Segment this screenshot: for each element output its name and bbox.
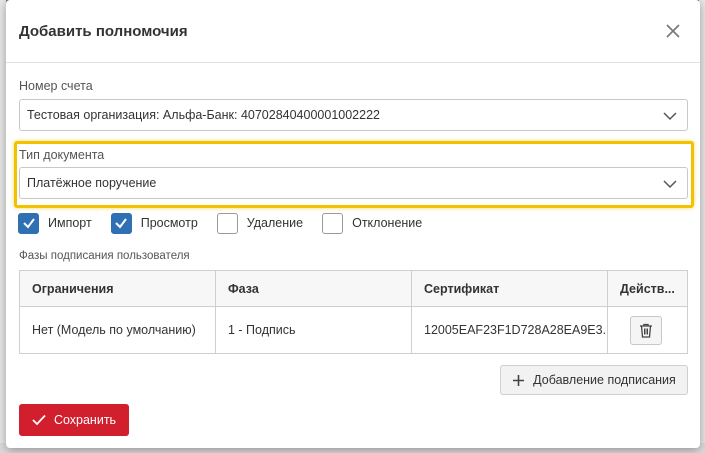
save-label: Сохранить (53, 413, 117, 427)
close-button[interactable] (660, 18, 686, 44)
checkbox-box[interactable] (110, 212, 132, 234)
document-type-value: Платёжное поручение (27, 176, 157, 190)
plus-icon (513, 374, 525, 386)
chevron-down-icon (663, 180, 677, 189)
account-value: Тестовая организация: Альфа-Банк: 407028… (27, 108, 380, 122)
close-icon (666, 24, 680, 38)
document-type-select[interactable]: Платёжное поручение (19, 167, 688, 199)
dialog-header: Добавить полномочия (6, 0, 700, 63)
column-header-phase[interactable]: Фаза (216, 271, 412, 306)
column-header-actions[interactable]: Действ... (608, 271, 687, 306)
checkbox-label: Удаление (246, 216, 304, 230)
checkmark-icon (115, 218, 128, 229)
dialog-title: Добавить полномочия (19, 22, 188, 40)
cell-phase: 1 - Подпись (216, 307, 412, 353)
cell-certificate: 12005EAF23F1D728A28EA9E3... (412, 307, 608, 353)
checkbox-import[interactable]: Импорт (18, 212, 92, 234)
add-signature-label: Добавление подписания (533, 373, 676, 387)
table-header-row: Ограничения Фаза Сертификат Действ... (20, 271, 687, 307)
document-type-label: Тип документа (19, 148, 105, 162)
add-signature-button[interactable]: Добавление подписания (500, 365, 688, 395)
checkbox-box[interactable] (18, 212, 39, 234)
table-row[interactable]: Нет (Модель по умолчанию) 1 - Подпись 12… (20, 307, 687, 353)
checkbox-delete[interactable]: Удаление (216, 212, 304, 234)
cell-actions (608, 307, 687, 353)
save-button[interactable]: Сохранить (19, 404, 129, 436)
checkbox-label: Просмотр (140, 216, 198, 230)
checkbox-label: Импорт (48, 216, 92, 230)
checkmark-icon (22, 218, 35, 229)
column-header-certificate[interactable]: Сертификат (412, 271, 608, 306)
phases-table: Ограничения Фаза Сертификат Действ... Не… (19, 270, 688, 354)
account-select[interactable]: Тестовая организация: Альфа-Банк: 407028… (19, 99, 688, 131)
checkbox-view[interactable]: Просмотр (110, 212, 198, 234)
trash-icon (640, 323, 652, 338)
checkmark-icon (32, 414, 46, 426)
delete-row-button[interactable] (630, 315, 662, 345)
permissions-checkboxes: Импорт Просмотр Удаление Отклонение (18, 211, 441, 235)
account-label: Номер счета (19, 79, 93, 93)
cell-restriction: Нет (Модель по умолчанию) (20, 307, 216, 353)
phases-label: Фазы подписания пользователя (19, 250, 190, 262)
checkbox-box[interactable] (216, 212, 238, 234)
checkbox-label: Отклонение (352, 216, 423, 230)
column-header-restrictions[interactable]: Ограничения (20, 271, 216, 306)
chevron-down-icon (663, 112, 677, 121)
checkbox-reject[interactable]: Отклонение (322, 212, 423, 234)
checkbox-box[interactable] (322, 212, 344, 234)
add-permissions-dialog: Добавить полномочия Номер счета Тестовая… (6, 0, 700, 448)
